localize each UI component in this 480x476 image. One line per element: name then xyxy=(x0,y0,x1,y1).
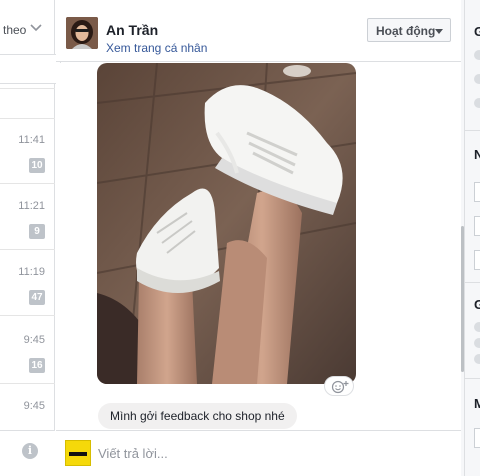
divider xyxy=(465,130,480,131)
panel-item-icon xyxy=(474,98,480,108)
message-thread: Mình gởi feedback cho shop nhé xyxy=(56,63,461,430)
conversation-item[interactable]: 9:45 16 xyxy=(0,318,55,384)
conversation-search-input[interactable] xyxy=(0,54,61,84)
view-profile-link[interactable]: Xem trang cá nhân xyxy=(106,41,207,55)
message-bubble[interactable]: Mình gởi feedback cho shop nhé xyxy=(98,403,297,429)
divider xyxy=(465,282,480,283)
conversation-time: 11:19 xyxy=(18,266,45,278)
panel-field[interactable] xyxy=(474,250,480,270)
conversation-item[interactable]: 11:41 10 xyxy=(0,118,55,184)
panel-field[interactable] xyxy=(474,428,480,448)
panel-item-icon xyxy=(474,354,480,364)
message-photo[interactable] xyxy=(97,63,356,384)
smiley-add-icon xyxy=(331,380,349,394)
reaction-button[interactable] xyxy=(324,376,354,396)
avatar-photo xyxy=(66,17,98,49)
caret-down-icon xyxy=(435,29,443,34)
conversation-time: 9:45 xyxy=(23,400,45,412)
conversation-filter[interactable]: theo xyxy=(0,14,50,44)
filter-label: theo xyxy=(3,23,27,37)
divider xyxy=(0,88,55,89)
panel-field[interactable] xyxy=(474,216,480,236)
reply-composer xyxy=(56,430,461,476)
unread-badge: 16 xyxy=(29,358,45,373)
panel-field[interactable] xyxy=(474,182,480,202)
status-dropdown-button[interactable]: Hoạt động xyxy=(367,18,451,42)
panel-section-heading: G xyxy=(474,24,480,39)
panel-section-heading: N xyxy=(474,147,480,162)
unread-badge: 47 xyxy=(29,290,45,305)
panel-section-heading: M xyxy=(474,396,480,411)
info-icon[interactable]: i xyxy=(22,443,38,459)
chevron-down-icon xyxy=(30,24,42,32)
conversation-item[interactable]: 11:21 9 xyxy=(0,184,55,250)
right-info-panel: G N G M xyxy=(464,0,480,476)
unread-badge: 10 xyxy=(29,158,45,173)
sneakers-photo xyxy=(97,63,356,384)
contact-name[interactable]: An Trần xyxy=(106,22,158,38)
panel-section-heading: G xyxy=(474,297,480,312)
status-label: Hoạt động xyxy=(376,24,436,38)
unread-badge: 9 xyxy=(29,224,45,239)
panel-item-icon xyxy=(474,338,480,348)
conversation-time: 11:41 xyxy=(18,134,45,146)
avatar[interactable] xyxy=(66,17,98,49)
panel-item-icon xyxy=(474,322,480,332)
divider xyxy=(465,378,480,379)
conversation-header: An Trần Xem trang cá nhân Hoạt động xyxy=(56,0,461,62)
conversation-time: 9:45 xyxy=(23,334,45,346)
page-logo xyxy=(65,440,91,466)
panel-item-icon xyxy=(474,50,480,60)
conversation-list: theo 11:41 10 11:21 9 11:19 47 9:45 16 9… xyxy=(0,0,61,476)
conversation-time: 11:21 xyxy=(18,200,45,212)
panel-item-icon xyxy=(474,74,480,84)
conversation-item[interactable]: 11:19 47 xyxy=(0,250,55,316)
reply-input[interactable] xyxy=(98,442,438,464)
